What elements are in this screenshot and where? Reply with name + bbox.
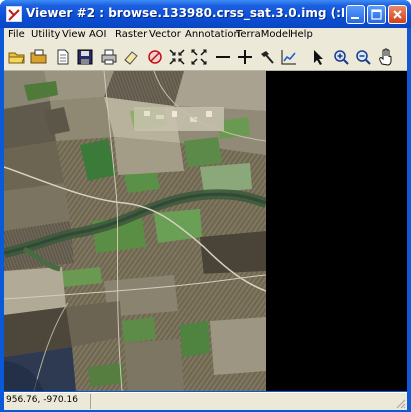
close-icon bbox=[393, 10, 402, 19]
menu-bar: File Utility View AOI Raster Vector Anno… bbox=[4, 28, 407, 45]
maximize-button[interactable] bbox=[367, 5, 386, 24]
menu-terramodel[interactable]: TerraModel bbox=[236, 29, 291, 40]
app-icon[interactable] bbox=[6, 6, 22, 22]
zoom-in-icon[interactable] bbox=[332, 48, 350, 66]
title-bar[interactable]: Viewer #2 : browse.133980.crss_sat.3.0.i… bbox=[0, 0, 411, 28]
select-arrow-icon[interactable] bbox=[310, 48, 328, 66]
open-folder-icon[interactable] bbox=[8, 48, 26, 66]
clear-icon[interactable] bbox=[146, 48, 164, 66]
menu-help[interactable]: Help bbox=[290, 29, 313, 40]
close-button[interactable] bbox=[388, 5, 407, 24]
zoom-fit-icon[interactable] bbox=[168, 48, 186, 66]
menu-file[interactable]: File bbox=[8, 29, 25, 40]
eraser-icon[interactable] bbox=[122, 48, 140, 66]
resize-grip-icon[interactable] bbox=[394, 397, 406, 409]
pan-hand-icon[interactable] bbox=[377, 48, 395, 66]
zoom-out-icon[interactable] bbox=[354, 48, 372, 66]
status-divider bbox=[90, 394, 91, 409]
minimize-button[interactable] bbox=[346, 5, 365, 24]
menu-aoi[interactable]: AOI bbox=[89, 29, 107, 40]
status-bar: 956.76, -970.16 bbox=[4, 392, 407, 410]
profile-icon[interactable] bbox=[280, 48, 298, 66]
satellite-image[interactable] bbox=[4, 71, 266, 391]
open-layer-icon[interactable] bbox=[30, 48, 48, 66]
menu-view[interactable]: View bbox=[62, 29, 86, 40]
hammer-icon[interactable] bbox=[258, 48, 276, 66]
window-title: Viewer #2 : browse.133980.crss_sat.3.0.i… bbox=[26, 6, 344, 20]
save-icon[interactable] bbox=[76, 48, 94, 66]
crosshair-icon[interactable] bbox=[236, 48, 254, 66]
viewer-window: Viewer #2 : browse.133980.crss_sat.3.0.i… bbox=[0, 0, 411, 412]
cursor-coordinates: 956.76, -970.16 bbox=[6, 395, 78, 405]
minimize-icon bbox=[351, 17, 359, 19]
image-viewport[interactable] bbox=[4, 71, 407, 391]
menu-utility[interactable]: Utility bbox=[31, 29, 60, 40]
toolbar bbox=[4, 45, 407, 71]
new-document-icon[interactable] bbox=[54, 48, 72, 66]
maximize-icon bbox=[371, 9, 382, 20]
zoom-extent-icon[interactable] bbox=[190, 48, 208, 66]
print-icon[interactable] bbox=[100, 48, 118, 66]
menu-vector[interactable]: Vector bbox=[149, 29, 181, 40]
menu-annotation[interactable]: Annotation bbox=[185, 29, 240, 40]
measure-line-icon[interactable] bbox=[214, 48, 232, 66]
menu-raster[interactable]: Raster bbox=[115, 29, 147, 40]
